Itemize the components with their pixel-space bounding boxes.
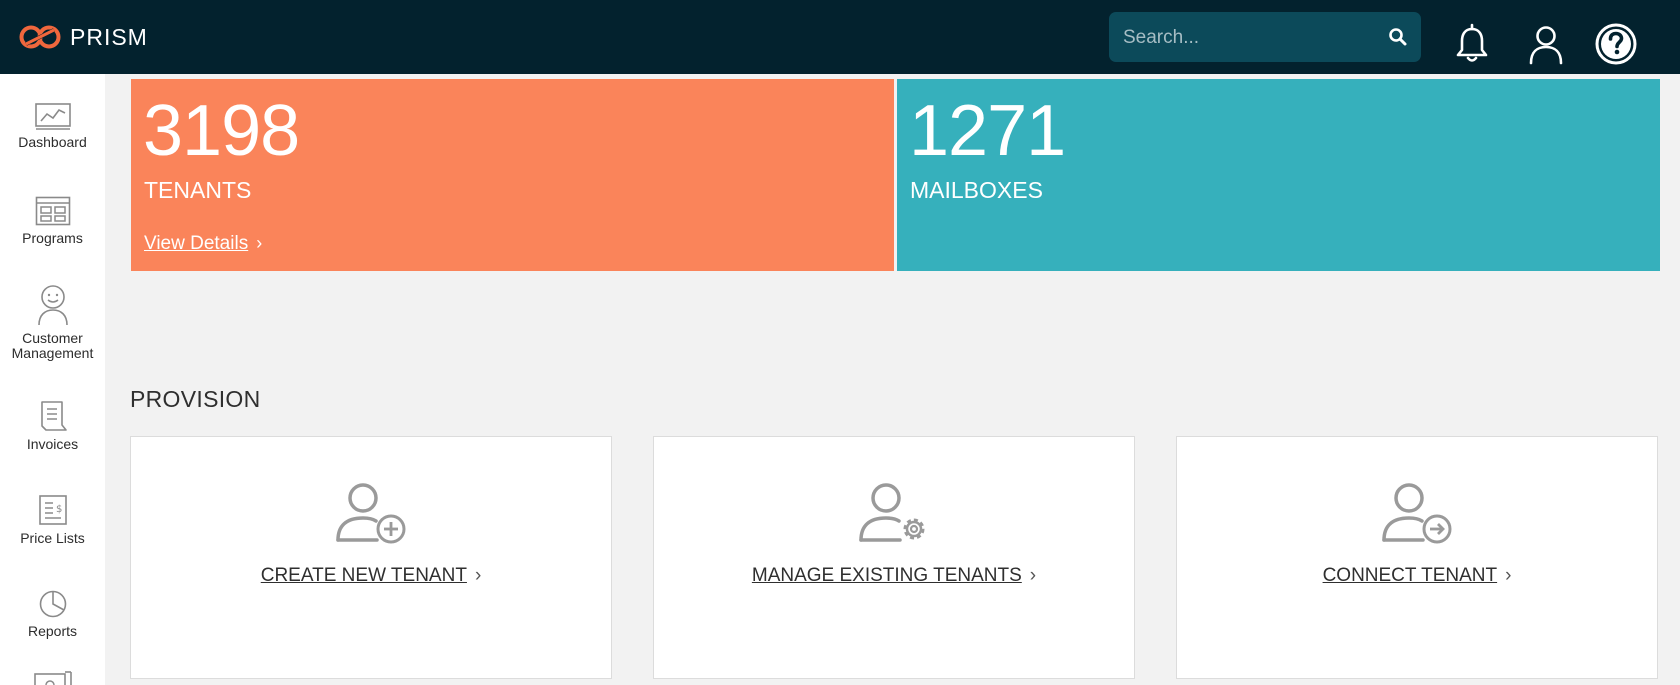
partial-sidebar-icon [34,671,72,685]
chevron-right-icon: › [1505,565,1512,586]
prism-logo-icon [19,25,61,49]
sidebar-item-dashboard[interactable]: Dashboard [0,102,105,150]
sidebar-item-label: Invoices [26,436,79,452]
price-doc-icon: $ [38,495,67,525]
sidebar-item-price-lists[interactable]: $ Price Lists [0,494,105,546]
manage-tenants-text: MANAGE EXISTING TENANTS [751,565,1022,586]
connect-tenant-link[interactable]: CONNECT TENANT › [1177,565,1657,587]
tenants-label: TENANTS [144,177,252,203]
sidebar-item-invoices[interactable]: Invoices [0,400,105,452]
search-input[interactable] [1121,12,1375,64]
top-bar: PRISM [0,0,1680,74]
mailboxes-label: MAILBOXES [910,177,1043,203]
provision-title: PROVISION [130,386,261,412]
chevron-right-icon: › [1029,565,1037,586]
mailboxes-card: 1271 MAILBOXES [897,79,1660,271]
connect-tenant-text: CONNECT TENANT [1322,565,1498,586]
bell-icon[interactable] [1450,22,1494,66]
sidebar-item-label: Dashboard [18,134,87,150]
sidebar-item-label: Programs [22,230,83,246]
tenants-count: 3198 [143,91,300,171]
mailboxes-count: 1271 [909,91,1066,171]
svg-text:$: $ [56,504,62,515]
chart-icon [34,103,71,130]
sidebar-item-reports[interactable]: Reports [0,589,105,639]
manage-tenants-card[interactable]: MANAGE EXISTING TENANTS › [653,436,1135,679]
brand-logo[interactable]: PRISM [18,22,148,52]
brand-name: PRISM [70,23,148,50]
sidebar: Dashboard Programs Customer Management I… [0,74,105,685]
user-icon[interactable] [1524,22,1568,66]
pie-icon [39,590,66,618]
person-smile-icon [37,285,68,326]
view-details-link[interactable]: View Details › [144,232,262,255]
grid-icon [35,196,70,226]
sidebar-item-programs[interactable]: Programs [0,196,105,246]
chevron-right-icon: › [256,233,263,253]
chevron-right-icon: › [474,565,482,586]
manage-tenants-link[interactable]: MANAGE EXISTING TENANTS › [654,565,1134,587]
help-icon[interactable] [1594,22,1638,66]
sidebar-item-label: Customer Management [11,330,94,361]
document-icon [40,401,67,431]
user-add-icon [336,483,406,544]
create-tenant-link[interactable]: CREATE NEW TENANT › [131,565,611,587]
view-details-text: View Details [144,233,249,254]
create-tenant-card[interactable]: CREATE NEW TENANT › [130,436,612,679]
sidebar-item-label: Reports [27,623,78,639]
search-icon[interactable] [1388,27,1408,47]
connect-tenant-card[interactable]: CONNECT TENANT › [1176,436,1658,679]
user-gear-icon [859,483,928,543]
user-connect-icon [1382,483,1452,544]
create-tenant-text: CREATE NEW TENANT [260,565,467,586]
sidebar-item-customer-management[interactable]: Customer Management [0,284,105,361]
search-box [1109,12,1421,64]
tenants-card: 3198 TENANTS View Details › [131,79,894,271]
sidebar-item-label: Price Lists [20,530,85,546]
